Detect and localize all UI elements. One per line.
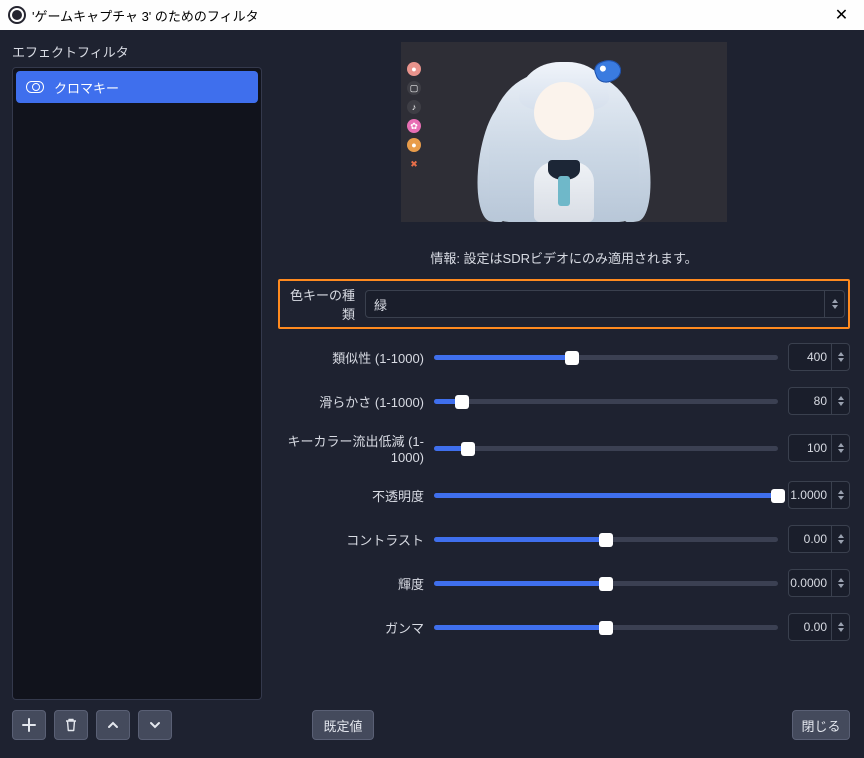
slider-value: 400 <box>807 350 827 364</box>
spinbox-stepper-icon[interactable] <box>831 482 849 508</box>
trash-icon <box>64 718 78 732</box>
slider-label: 類似性 (1-1000) <box>278 348 434 367</box>
chevron-down-icon <box>148 718 162 732</box>
slider-value-spinbox[interactable]: 1.0000 <box>788 481 850 509</box>
slider-thumb[interactable] <box>455 395 469 409</box>
preview-panel: ● ▢ ♪ ✿ ● ✖ <box>401 42 727 222</box>
slider-row: 輝度 0.0000 <box>278 569 850 597</box>
key-color-value: 緑 <box>374 295 387 314</box>
spinbox-stepper-icon[interactable] <box>831 570 849 596</box>
slider-value-spinbox[interactable]: 400 <box>788 343 850 371</box>
preview-status-icons: ● ▢ ♪ ✿ ● ✖ <box>407 62 421 171</box>
slider-thumb[interactable] <box>599 621 613 635</box>
info-text: 情報: 設定はSDRビデオにのみ適用されます。 <box>278 230 850 279</box>
key-color-label: 色キーの種類 <box>283 285 365 323</box>
plus-icon <box>22 718 36 732</box>
slider-row: コントラスト 0.00 <box>278 525 850 553</box>
visibility-eye-icon[interactable] <box>26 81 44 93</box>
slider-label: 不透明度 <box>278 486 434 505</box>
move-up-button[interactable] <box>96 710 130 740</box>
slider-value-spinbox[interactable]: 0.00 <box>788 613 850 641</box>
preview-avatar <box>479 42 649 222</box>
slider-track[interactable] <box>434 537 778 542</box>
add-filter-button[interactable] <box>12 710 46 740</box>
status-x-icon: ✖ <box>407 157 421 171</box>
slider-label: 滑らかさ (1-1000) <box>278 392 434 411</box>
remove-filter-button[interactable] <box>54 710 88 740</box>
slider-thumb[interactable] <box>461 442 475 456</box>
slider-label: ガンマ <box>278 618 434 637</box>
slider-value-spinbox[interactable]: 0.0000 <box>788 569 850 597</box>
sidebar-heading: エフェクトフィルタ <box>12 42 262 61</box>
status-gear-icon: ✿ <box>407 119 421 133</box>
select-spinner-icon[interactable] <box>824 291 844 317</box>
slider-value: 0.00 <box>804 532 827 546</box>
spinbox-stepper-icon[interactable] <box>831 435 849 461</box>
status-warn-icon: ● <box>407 138 421 152</box>
slider-row: 類似性 (1-1000) 400 <box>278 343 850 371</box>
slider-track[interactable] <box>434 493 778 498</box>
slider-label: キーカラー流出低減 (1-1000) <box>278 431 434 465</box>
slider-row: 滑らかさ (1-1000) 80 <box>278 387 850 415</box>
key-color-select[interactable]: 緑 <box>365 290 845 318</box>
slider-value-spinbox[interactable]: 80 <box>788 387 850 415</box>
status-dot-icon: ● <box>407 62 421 76</box>
spinbox-stepper-icon[interactable] <box>831 388 849 414</box>
slider-row: キーカラー流出低減 (1-1000) 100 <box>278 431 850 465</box>
key-color-row: 色キーの種類 緑 <box>278 279 850 329</box>
slider-value: 0.0000 <box>790 576 827 590</box>
slider-thumb[interactable] <box>771 489 785 503</box>
slider-row: ガンマ 0.00 <box>278 613 850 641</box>
titlebar: 'ゲームキャプチャ 3' のためのフィルタ ✕ <box>0 0 864 30</box>
slider-row: 不透明度 1.0000 <box>278 481 850 509</box>
slider-value: 1.0000 <box>790 488 827 502</box>
bottom-toolbar: 既定値 閉じる <box>0 700 864 740</box>
spinbox-stepper-icon[interactable] <box>831 614 849 640</box>
slider-label: コントラスト <box>278 530 434 549</box>
defaults-button[interactable]: 既定値 <box>312 710 374 740</box>
move-down-button[interactable] <box>138 710 172 740</box>
slider-thumb[interactable] <box>599 533 613 547</box>
slider-value: 0.00 <box>804 620 827 634</box>
slider-value: 100 <box>807 441 827 455</box>
close-button[interactable]: 閉じる <box>792 710 850 740</box>
filter-list[interactable]: クロマキー <box>12 67 262 700</box>
slider-thumb[interactable] <box>565 351 579 365</box>
filter-item-label: クロマキー <box>54 78 119 97</box>
slider-value-spinbox[interactable]: 100 <box>788 434 850 462</box>
window-close-button[interactable]: ✕ <box>819 0 864 30</box>
status-chat-icon: ▢ <box>407 81 421 95</box>
obs-logo-icon <box>8 6 26 24</box>
slider-track[interactable] <box>434 355 778 360</box>
slider-value: 80 <box>814 394 827 408</box>
slider-track[interactable] <box>434 446 778 451</box>
spinbox-stepper-icon[interactable] <box>831 526 849 552</box>
slider-label: 輝度 <box>278 574 434 593</box>
slider-track[interactable] <box>434 399 778 404</box>
slider-thumb[interactable] <box>599 577 613 591</box>
slider-track[interactable] <box>434 581 778 586</box>
filter-item-chromakey[interactable]: クロマキー <box>16 71 258 103</box>
status-sound-icon: ♪ <box>407 100 421 114</box>
slider-value-spinbox[interactable]: 0.00 <box>788 525 850 553</box>
window-title: 'ゲームキャプチャ 3' のためのフィルタ <box>32 6 259 25</box>
slider-track[interactable] <box>434 625 778 630</box>
spinbox-stepper-icon[interactable] <box>831 344 849 370</box>
chevron-up-icon <box>106 718 120 732</box>
